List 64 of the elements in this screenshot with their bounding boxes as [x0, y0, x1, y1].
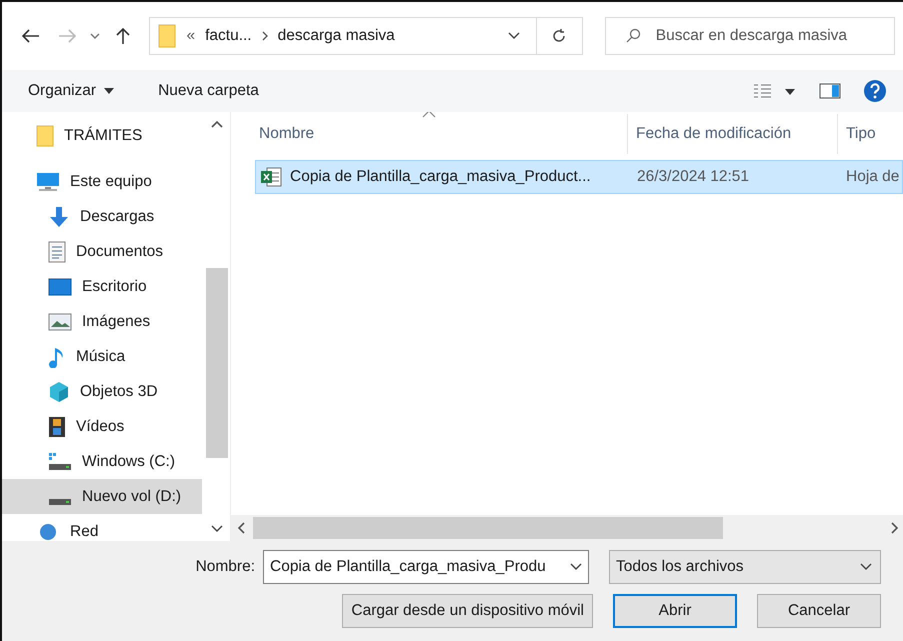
sidebar-item[interactable]: Este equipo: [2, 164, 202, 199]
view-options-icon[interactable]: [753, 83, 797, 99]
scroll-up-icon[interactable]: [211, 120, 223, 128]
recent-caret-icon[interactable]: [90, 33, 100, 39]
sidebar-item[interactable]: Objetos 3D: [2, 374, 202, 409]
name-label: Nombre:: [196, 558, 255, 576]
up-arrow-icon[interactable]: [114, 27, 131, 45]
film-strip-icon: [48, 416, 66, 438]
column-header[interactable]: Fecha de modificación: [627, 114, 837, 154]
breadcrumb[interactable]: descarga masiva: [278, 27, 395, 45]
refresh-icon[interactable]: [551, 28, 568, 44]
cube-icon: [48, 380, 70, 402]
search-field[interactable]: Buscar en descarga masiva: [604, 17, 895, 55]
help-icon[interactable]: [863, 79, 887, 103]
organize-menu[interactable]: Organizar: [28, 82, 114, 100]
sidebar-item[interactable]: Red: [2, 514, 202, 541]
drive-icon: [48, 452, 72, 472]
dropdown-caret-icon[interactable]: [570, 563, 582, 571]
picture-icon: [48, 312, 72, 330]
separator-chevron-icon: [262, 31, 268, 41]
sidebar-item[interactable]: Nuevo vol (D:): [2, 479, 202, 514]
dropdown-caret-icon[interactable]: [860, 563, 872, 571]
dropdown-caret-icon[interactable]: [508, 32, 520, 40]
scroll-right-icon[interactable]: [891, 522, 899, 534]
sidebar-item[interactable]: Escritorio: [2, 269, 202, 304]
dialog-button[interactable]: Cargar desde un dispositivo móvil: [342, 594, 593, 628]
spreadsheet-icon: [260, 167, 282, 187]
sidebar-item[interactable]: Windows (C:): [2, 444, 202, 479]
new-folder-button[interactable]: Nueva carpeta: [158, 82, 259, 100]
scroll-down-icon[interactable]: [211, 525, 223, 533]
file-row[interactable]: Copia de Plantilla_carga_masiva_Product... 26/3/2024 12:51 Hoja de: [255, 160, 903, 194]
folder-icon: [36, 124, 54, 146]
preview-pane-icon[interactable]: [819, 83, 841, 99]
file-name: Copia de Plantilla_carga_masiva_Product...: [290, 168, 591, 186]
caret-icon: [104, 88, 114, 94]
folder-icon: [158, 24, 176, 48]
address-bar[interactable]: « factu... descarga masiva: [149, 17, 538, 55]
document-icon: [48, 240, 66, 262]
sort-ascending-icon: [422, 112, 436, 118]
column-header[interactable]: Nombre: [231, 114, 627, 154]
file-name-field[interactable]: Copia de Plantilla_carga_masiva_Produ: [263, 550, 589, 584]
sidebar-item[interactable]: TRÁMITES: [2, 118, 202, 153]
dialog-button[interactable]: Abrir: [613, 594, 737, 628]
monitor-icon: [36, 172, 60, 192]
back-arrow-icon[interactable]: [22, 29, 40, 43]
scroll-left-icon[interactable]: [237, 522, 245, 534]
sidebar-item[interactable]: Música: [2, 339, 202, 374]
overflow-chevron[interactable]: «: [186, 27, 196, 45]
scrollbar-thumb[interactable]: [206, 268, 228, 458]
sidebar-item[interactable]: Descargas: [2, 199, 202, 234]
down-arrow-icon: [48, 206, 70, 228]
file-type-dropdown[interactable]: Todos los archivos: [609, 550, 881, 584]
search-icon: [624, 28, 641, 44]
scrollbar-thumb[interactable]: [253, 517, 723, 539]
breadcrumb[interactable]: factu...: [205, 27, 252, 45]
desktop-icon: [48, 278, 72, 296]
type-cell-text: Hoja de: [845, 168, 900, 186]
column-header[interactable]: Tipo: [837, 114, 903, 154]
sidebar-item[interactable]: Imágenes: [2, 304, 202, 339]
sidebar-item[interactable]: Documentos: [2, 234, 202, 269]
date-cell-text: 26/3/2024 12:51: [636, 168, 750, 186]
drive-icon: [48, 499, 72, 506]
dialog-button[interactable]: Cancelar: [757, 594, 881, 628]
sidebar-item[interactable]: Vídeos: [2, 409, 202, 444]
